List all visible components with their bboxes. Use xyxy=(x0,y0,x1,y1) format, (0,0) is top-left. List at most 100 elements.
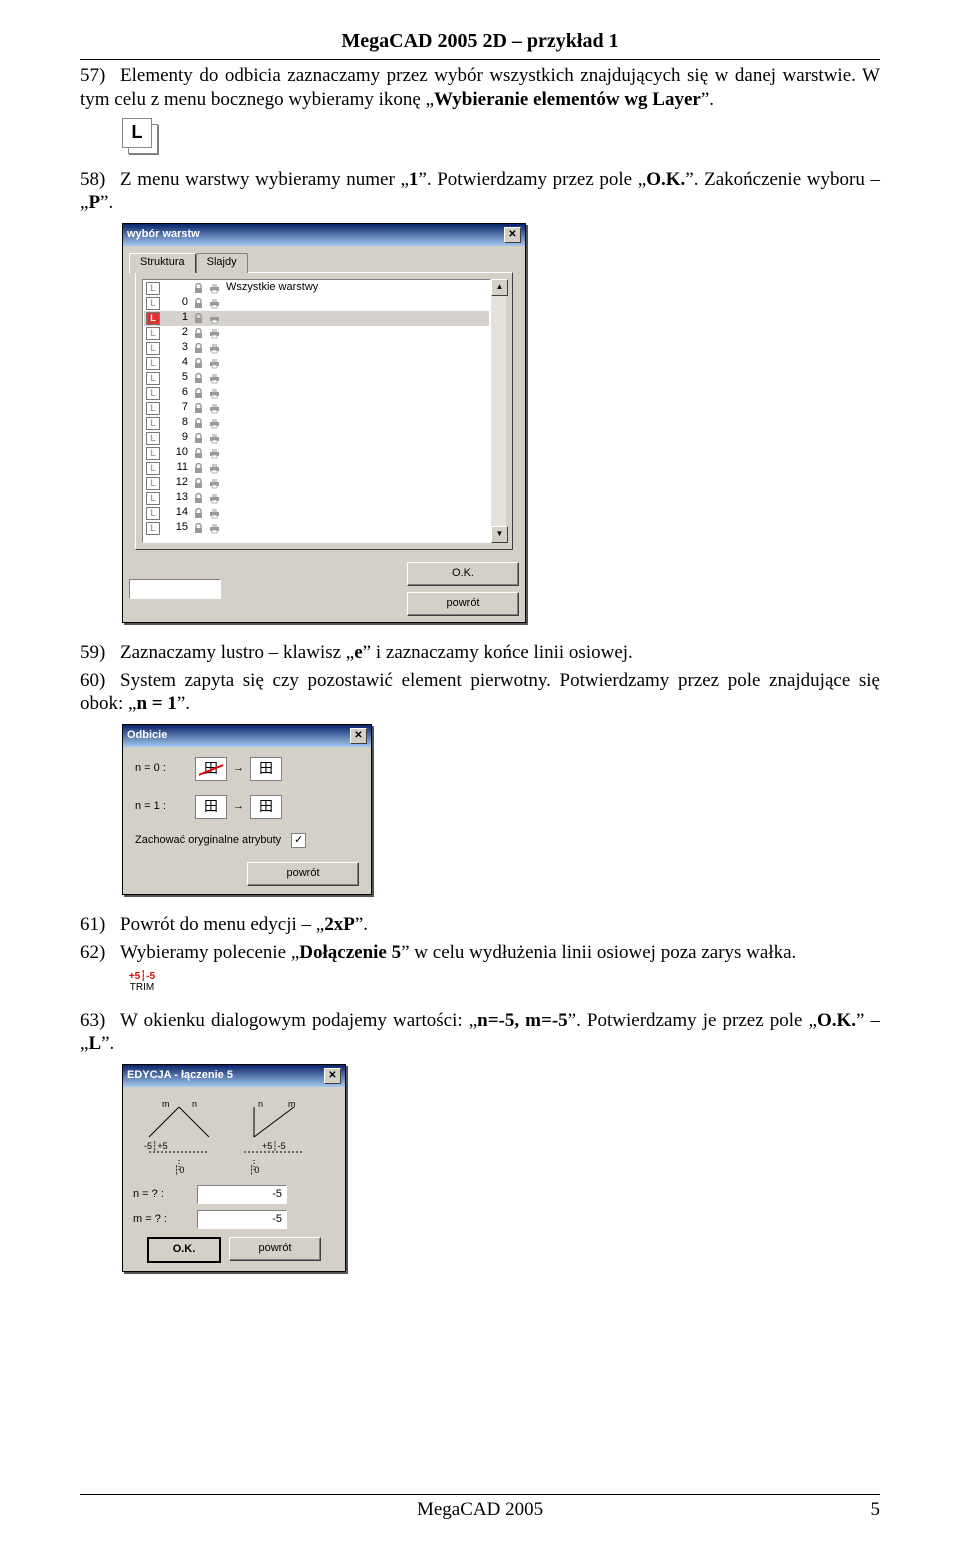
keep-attrs-checkbox[interactable]: ✓ xyxy=(291,833,306,848)
para-60: 60)System zapyta się czy pozostawić elem… xyxy=(80,669,880,717)
footer-page: 5 xyxy=(543,1499,880,1521)
text: W okienku dialogowym podajemy wartości: … xyxy=(120,1010,477,1031)
svg-text:m: m xyxy=(162,1099,170,1109)
tab-slides[interactable]: Slajdy xyxy=(196,253,248,273)
text: ”. xyxy=(701,89,714,110)
dialog-edit-join5: EDYCJA - łączenie 5 ✕ m n -5┆+5 ┆0 xyxy=(122,1064,346,1272)
layer-row[interactable]: L14 xyxy=(144,506,489,521)
label: n = ? : xyxy=(133,1188,189,1202)
scrollbar[interactable]: ▲ ▼ xyxy=(491,279,506,543)
scroll-down-icon[interactable]: ▼ xyxy=(491,526,508,543)
svg-text:m: m xyxy=(288,1099,296,1109)
mirror-n0-result-icon[interactable]: 田 xyxy=(250,757,282,781)
step-num: 62) xyxy=(80,941,120,965)
dialog-layer-select: wybór warstw ✕ Struktura Slajdy L xyxy=(122,223,526,623)
ok-button[interactable]: O.K. xyxy=(147,1237,221,1263)
text: Zaznaczamy lustro – klawisz „ xyxy=(120,642,354,663)
para-63: 63)W okienku dialogowym podajemy wartośc… xyxy=(80,1009,880,1057)
text: System zapyta się czy pozostawić element… xyxy=(80,670,880,715)
m-field[interactable]: -5 xyxy=(197,1210,287,1229)
text: ” i zaznaczamy końce linii osiowej. xyxy=(363,642,633,663)
label: n = 0 : xyxy=(135,762,181,776)
mirror-n0-delete-icon[interactable]: 田 xyxy=(195,757,227,781)
layer-row[interactable]: L15 xyxy=(144,521,489,536)
svg-text:┆0: ┆0 xyxy=(174,1165,184,1175)
layer-row[interactable]: L7 xyxy=(144,401,489,416)
layer-row[interactable]: L13 xyxy=(144,491,489,506)
mirror-row-n0: n = 0 : 田 → 田 xyxy=(135,757,359,781)
step-num: 61) xyxy=(80,913,120,937)
label: m = ? : xyxy=(133,1213,189,1227)
step-num: 60) xyxy=(80,669,120,693)
ok-button[interactable]: O.K. xyxy=(407,562,519,586)
bold: Dołączenie 5 xyxy=(299,942,401,963)
lock-icon xyxy=(193,283,204,294)
trim-icon: +5┆-5 TRIM xyxy=(122,971,162,995)
para-62: 62)Wybieramy polecenie „Dołączenie 5” w … xyxy=(80,941,880,965)
text: ”. xyxy=(177,693,190,714)
back-button[interactable]: powrót xyxy=(407,592,519,616)
layer-row[interactable]: L10 xyxy=(144,446,489,461)
close-icon[interactable]: ✕ xyxy=(504,227,521,243)
svg-text:+5┆-5: +5┆-5 xyxy=(262,1141,286,1151)
text: Z menu warstwy wybieramy numer „ xyxy=(120,169,409,190)
bold: n = 1 xyxy=(136,693,176,714)
text: ”. xyxy=(355,914,368,935)
text: ”. Potwierdzamy przez pole „ xyxy=(418,169,646,190)
close-icon[interactable]: ✕ xyxy=(350,728,367,744)
scroll-up-icon[interactable]: ▲ xyxy=(491,279,508,296)
layer-row[interactable]: L6 xyxy=(144,386,489,401)
text: Wybieramy polecenie „ xyxy=(120,942,299,963)
text: ”. xyxy=(100,192,113,213)
mirror-n1-keep-icon[interactable]: 田 xyxy=(195,795,227,819)
layer-row[interactable]: L11 xyxy=(144,461,489,476)
layer-row[interactable]: L1 xyxy=(144,311,489,326)
filter-field[interactable] xyxy=(129,579,221,599)
step-num: 59) xyxy=(80,641,120,665)
close-icon[interactable]: ✕ xyxy=(324,1068,341,1084)
dialog-titlebar: EDYCJA - łączenie 5 ✕ xyxy=(123,1065,345,1087)
bold: e xyxy=(354,642,362,663)
step-num: 58) xyxy=(80,168,120,192)
bold: P xyxy=(88,192,100,213)
label: Zachować oryginalne atrybuty xyxy=(135,834,281,848)
join-diagram: m n -5┆+5 ┆0 n m +5┆-5 ┆0 xyxy=(133,1097,335,1175)
layer-row[interactable]: L0 xyxy=(144,296,489,311)
back-button[interactable]: powrót xyxy=(247,862,359,886)
layers-icon: L xyxy=(122,118,158,154)
layer-row[interactable]: L5 xyxy=(144,371,489,386)
text: ” w celu wydłużenia linii osiowej poza z… xyxy=(401,942,796,963)
svg-text:n: n xyxy=(192,1099,197,1109)
back-button[interactable]: powrót xyxy=(229,1237,321,1261)
para-61: 61)Powrót do menu edycji – „2xP”. xyxy=(80,913,880,937)
bold: O.K. xyxy=(817,1010,856,1031)
layer-row[interactable]: L3 xyxy=(144,341,489,356)
text: ”. xyxy=(101,1033,114,1054)
dialog-title-text: wybór warstw xyxy=(127,228,200,242)
bold: 2xP xyxy=(324,914,355,935)
n-field[interactable]: -5 xyxy=(197,1185,287,1204)
bold: n=-5, m=-5 xyxy=(477,1010,568,1031)
bold: L xyxy=(88,1033,101,1054)
layer-row[interactable]: L4 xyxy=(144,356,489,371)
layer-row[interactable]: L9 xyxy=(144,431,489,446)
layer-row[interactable]: L2 xyxy=(144,326,489,341)
step-num: 57) xyxy=(80,64,120,88)
label: n = 1 : xyxy=(135,800,181,814)
bold: O.K. xyxy=(646,169,685,190)
text: TRIM xyxy=(122,982,162,995)
mirror-n1-result-icon[interactable]: 田 xyxy=(250,795,282,819)
dialog-titlebar: Odbicie ✕ xyxy=(123,725,371,747)
layer-row[interactable]: L12 xyxy=(144,476,489,491)
tab-structure[interactable]: Struktura xyxy=(129,253,196,273)
svg-text:-5┆+5: -5┆+5 xyxy=(144,1141,168,1151)
svg-text:n: n xyxy=(258,1099,263,1109)
dialog-title-text: EDYCJA - łączenie 5 xyxy=(127,1069,233,1083)
layer-list[interactable]: L Wszystkie warstwy L0L1L2L3L4L5L6L7L8L9… xyxy=(142,279,491,543)
bold: Wybieranie elementów wg Layer xyxy=(434,89,701,110)
dialog-titlebar: wybór warstw ✕ xyxy=(123,224,525,246)
layer-row[interactable]: L8 xyxy=(144,416,489,431)
page-title: MegaCAD 2005 2D – przykład 1 xyxy=(80,30,880,53)
bold: 1 xyxy=(409,169,419,190)
svg-text:┆0: ┆0 xyxy=(249,1165,259,1175)
